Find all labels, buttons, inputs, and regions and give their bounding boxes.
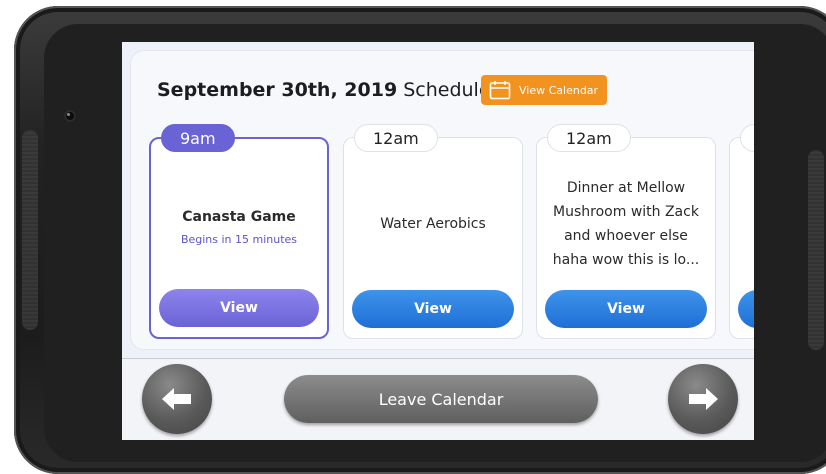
view-event-button[interactable]: View bbox=[159, 289, 319, 327]
calendar-icon bbox=[489, 81, 511, 100]
event-time: 9am bbox=[161, 124, 235, 152]
next-button[interactable] bbox=[668, 364, 738, 434]
view-calendar-button[interactable]: View Calendar bbox=[481, 75, 607, 105]
event-time-partial bbox=[740, 124, 754, 152]
event-card[interactable]: 12am Water Aerobics View bbox=[343, 124, 523, 339]
event-card[interactable]: 9am Canasta Game Begins in 15 minutes Vi… bbox=[149, 124, 329, 339]
arrow-right-icon bbox=[689, 388, 718, 410]
screen: September 30th, 2019 Schedule View Calen… bbox=[122, 42, 754, 440]
schedule-panel: September 30th, 2019 Schedule View Calen… bbox=[130, 50, 754, 350]
view-event-button[interactable]: View bbox=[352, 290, 514, 328]
leave-calendar-button[interactable]: Leave Calendar bbox=[284, 375, 598, 423]
event-title: Water Aerobics bbox=[380, 216, 486, 232]
event-time: 12am bbox=[547, 124, 631, 152]
event-body: Canasta Game Begins in 15 minutes bbox=[151, 165, 327, 285]
footer-bar: Leave Calendar bbox=[122, 359, 754, 440]
event-body: Dinner at Mellow Mushroom with Zack and … bbox=[537, 164, 715, 284]
view-calendar-label: View Calendar bbox=[519, 83, 599, 97]
event-time: 12am bbox=[354, 124, 438, 152]
event-body: Water Aerobics bbox=[344, 164, 522, 284]
schedule-date: September 30th, 2019 bbox=[157, 79, 398, 101]
event-title: Canasta Game bbox=[182, 208, 296, 225]
arrow-left-icon bbox=[162, 388, 191, 410]
left-grip bbox=[22, 130, 38, 330]
schedule-header: September 30th, 2019 Schedule bbox=[157, 79, 491, 103]
event-card[interactable]: 12am Dinner at Mellow Mushroom with Zack… bbox=[536, 124, 716, 339]
event-title: Dinner at Mellow Mushroom with Zack and … bbox=[552, 180, 700, 268]
schedule-label: Schedule bbox=[403, 79, 491, 101]
view-event-button[interactable]: View bbox=[545, 290, 707, 328]
camera-icon bbox=[64, 110, 76, 122]
view-event-button-partial[interactable] bbox=[738, 290, 754, 328]
event-card-partial[interactable] bbox=[729, 124, 754, 339]
right-grip bbox=[808, 150, 824, 350]
previous-button[interactable] bbox=[142, 364, 212, 434]
event-countdown: Begins in 15 minutes bbox=[180, 232, 298, 246]
